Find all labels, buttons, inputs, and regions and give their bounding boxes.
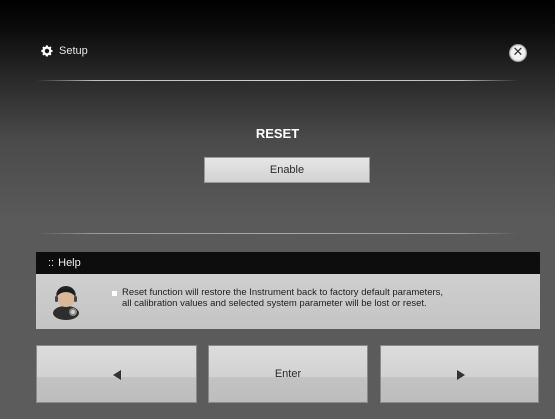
page-title: Setup xyxy=(59,45,88,57)
reset-heading: RESET xyxy=(255,126,300,141)
previous-button[interactable] xyxy=(36,345,197,403)
enter-label: Enter xyxy=(274,368,302,380)
enable-button[interactable]: Enable xyxy=(204,157,370,183)
help-marker: :: xyxy=(48,257,55,269)
help-title: Help xyxy=(58,257,81,269)
close-icon: ✕ xyxy=(512,45,524,60)
enter-button[interactable]: Enter xyxy=(208,345,368,403)
arrow-left-icon xyxy=(113,370,121,380)
header-divider xyxy=(36,80,519,81)
arrow-right-icon xyxy=(457,370,465,380)
help-header: :: Help xyxy=(36,252,540,274)
next-button[interactable] xyxy=(380,345,539,403)
help-line-1: Reset function will restore the Instrume… xyxy=(122,287,444,298)
section-divider xyxy=(36,233,519,234)
help-panel: Reset function will restore the Instrume… xyxy=(36,274,540,329)
help-bullet xyxy=(112,291,117,296)
help-line-2: all calibration values and selected syst… xyxy=(122,298,427,309)
setup-screen: Setup ✕ RESET Enable :: Help Reset functi… xyxy=(0,0,555,419)
close-button[interactable]: ✕ xyxy=(509,44,527,62)
help-text: Reset function will restore the Instrume… xyxy=(122,287,532,309)
support-person-icon xyxy=(53,286,79,320)
gear-icon xyxy=(41,45,53,57)
header-bar: Setup ✕ xyxy=(24,36,531,76)
